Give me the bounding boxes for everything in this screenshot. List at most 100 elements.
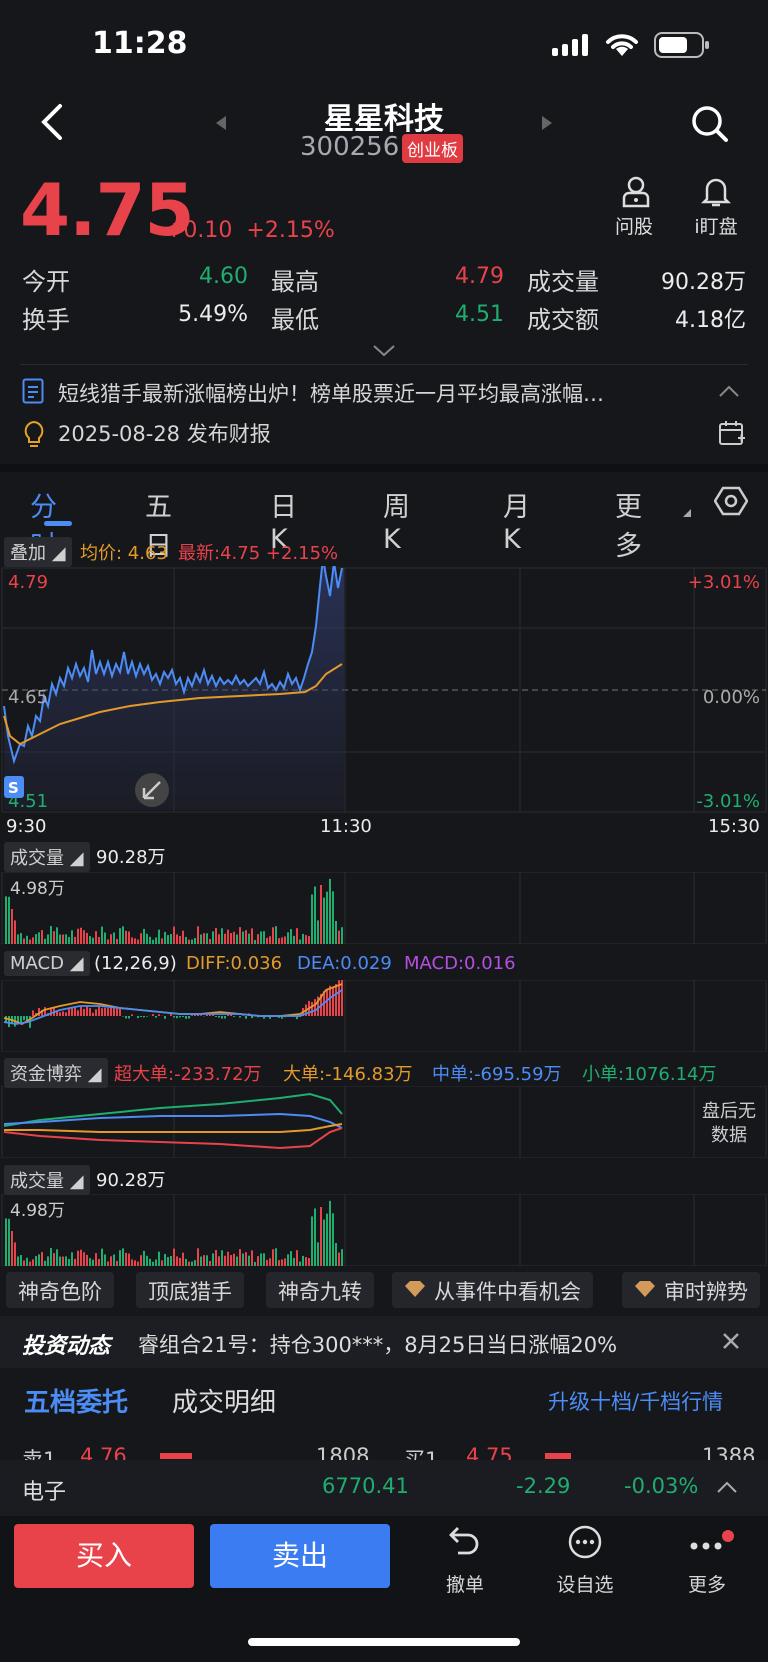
calendar-add-icon[interactable] [718,420,746,448]
macd-bar [83,1008,85,1016]
volume-button[interactable]: 成交量 ◢ [4,842,90,872]
chip-color-scale[interactable]: 神奇色阶 [6,1272,114,1308]
high-label: 最高 [271,268,319,296]
volume-bar [269,936,271,944]
volume-bar [248,933,250,944]
tab-trade-detail[interactable]: 成交明细 [172,1382,276,1419]
intraday-chart[interactable]: 4.79 4.65 4.51 +3.01% 0.00% -3.01% S [0,566,768,816]
close-icon[interactable] [722,1332,740,1350]
volume-bar [95,1253,97,1266]
tab-monthly-k[interactable]: 月K [503,485,530,555]
volume-bar [14,1242,16,1266]
volume-bar [188,1261,190,1266]
chip-event-opportunity[interactable]: 从事件中看机会 [392,1272,593,1308]
macd-bar [143,1016,145,1018]
volume-bar [338,1252,340,1266]
diff-line [3,983,343,1026]
volume-bar [305,935,307,944]
more-button[interactable] [688,1530,738,1562]
add-favorite-label[interactable]: 设自选 [545,1570,625,1597]
upgrade-link[interactable]: 升级十档/千档行情 [548,1386,723,1416]
cancel-order-button[interactable] [448,1524,482,1562]
volume-bar [278,938,280,944]
volume-bar [35,934,37,944]
low-label: 最低 [271,306,319,334]
volume-bar [239,927,241,944]
volume-bar [32,1259,34,1266]
macd-bar [158,1014,160,1016]
macd-bar [185,1016,187,1019]
overlay-button[interactable]: 叠加 ◢ [4,537,72,567]
macd-bar [20,1016,22,1024]
fund-flow-button[interactable]: 资金博弈 ◢ [4,1058,108,1088]
dropdown-icon [683,509,691,517]
volume-bar [62,1256,64,1266]
volume-bar [47,934,49,944]
volume-bar [17,1256,19,1266]
sell-button[interactable]: 卖出 [210,1524,390,1588]
settings-icon[interactable] [714,486,748,516]
buy-button[interactable]: 买入 [14,1524,194,1588]
bell-icon [700,178,732,207]
volume-bar [200,934,202,944]
volume2-button[interactable]: 成交量 ◢ [4,1165,90,1195]
news-headline[interactable]: 短线猎手最新涨幅榜出炉！榜单股票近一月平均最高涨幅… [58,378,678,408]
volume-bar [182,1252,184,1266]
volume-bar [104,1254,106,1266]
volume-bar [140,933,142,944]
volume-bar [221,928,223,944]
volume-bar [302,1255,304,1266]
time-end: 15:30 [708,816,760,837]
fund-extra-large: 超大单:-233.72万 [114,1064,262,1085]
volume-bar [92,937,94,944]
tab-more[interactable]: 更多 [615,485,642,563]
chip-nine-turn[interactable]: 神奇九转 [266,1272,374,1308]
volume-bar [251,1250,253,1266]
volume-bar [194,938,196,944]
tab-five-level[interactable]: 五档委托 [24,1382,128,1419]
fund-flow-chart[interactable] [0,1086,768,1158]
volume-bar [110,1256,112,1266]
volume-bar [335,920,337,944]
search-icon[interactable] [690,104,730,144]
volume-bar [281,1259,283,1266]
volume-bar [26,1257,28,1266]
add-favorite-button[interactable] [567,1524,603,1564]
macd-button[interactable]: MACD ◢ [4,951,90,976]
y-axis-mid: 4.65 [8,687,48,708]
event-notice[interactable]: 2025-08-28 发布财报 [58,418,271,448]
banner-text: 睿组合21号：持仓300***，8月25日当日涨幅20% [138,1333,618,1357]
expand-icon[interactable] [372,344,396,358]
volume-bar [8,1218,10,1266]
volume-bar [248,1255,250,1266]
macd-bar [341,980,343,1016]
macd-bar [89,1007,91,1016]
chevron-up-icon[interactable] [716,1480,738,1494]
invest-news-banner[interactable]: 投资动态 睿组合21号：持仓300***，8月25日当日涨幅20% [0,1316,768,1368]
more-label[interactable]: 更多 [667,1570,747,1597]
amount-value: 4.18亿 [675,308,746,333]
cancel-order-label[interactable]: 撤单 [425,1570,505,1597]
chip-trend[interactable]: 审时辨势 [622,1272,760,1308]
watch-button[interactable]: i盯盘 [688,176,744,239]
volume-bar [260,931,262,944]
sector-row[interactable]: 电子 6770.41 -2.29 -0.03% [0,1460,768,1516]
volume2-chart[interactable]: 4.98万 [0,1194,768,1266]
volume-bar [23,938,25,944]
ask-stock-button[interactable]: 问股 [614,176,658,239]
volume-bar [299,1261,301,1266]
volume-bar [29,939,31,944]
volume-bar [236,934,238,944]
volume2-panel-label: 成交量 [10,1171,64,1192]
chip-bottom-top-hunter[interactable]: 顶底猎手 [136,1272,244,1308]
tab-weekly-k[interactable]: 周K [383,485,410,555]
collapse-icon[interactable] [718,384,740,398]
volume-bar [155,1259,157,1266]
macd-bar [152,1014,154,1016]
macd-chart[interactable] [0,980,768,1052]
volume-bar [215,928,217,944]
volume-panel-value: 90.28万 [96,847,166,868]
volume-chart[interactable]: 4.98万 [0,872,768,944]
macd-bar [326,990,328,1016]
avg-price: 均价: 4.63 [80,543,168,564]
